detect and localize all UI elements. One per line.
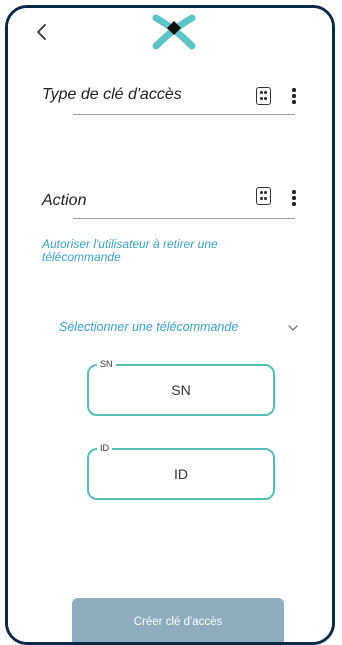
action-helper-text: Autoriser l'utilisateur à retirer une té… xyxy=(42,237,218,264)
sn-placeholder: SN xyxy=(171,382,191,398)
create-access-key-button[interactable]: Créer clé d'accès xyxy=(72,598,284,642)
select-remote-dropdown[interactable]: Sélectionner une télécommande xyxy=(59,320,238,334)
phone-frame: Type de clé d'accès Action Autoriser l'u… xyxy=(5,5,335,645)
card-icon[interactable] xyxy=(256,87,271,105)
top-app-bar xyxy=(8,8,332,56)
id-field-legend: ID xyxy=(97,442,112,454)
more-vertical-icon[interactable] xyxy=(289,87,299,105)
card-icon[interactable] xyxy=(256,187,271,205)
chevron-left-icon[interactable] xyxy=(30,20,54,44)
sn-input[interactable]: SN SN xyxy=(87,358,275,416)
action-label: Action xyxy=(42,192,87,209)
id-placeholder: ID xyxy=(174,466,188,482)
access-key-type-underline xyxy=(73,114,295,115)
access-key-type-label: Type de clé d'accès xyxy=(42,86,182,103)
sn-field-legend: SN xyxy=(97,358,116,370)
action-underline xyxy=(73,218,295,219)
more-vertical-icon[interactable] xyxy=(289,189,299,207)
chevron-down-icon[interactable] xyxy=(287,322,299,334)
form-content: Type de clé d'accès Action Autoriser l'u… xyxy=(8,56,332,642)
id-input[interactable]: ID ID xyxy=(87,442,275,500)
brand-logo xyxy=(152,14,196,50)
